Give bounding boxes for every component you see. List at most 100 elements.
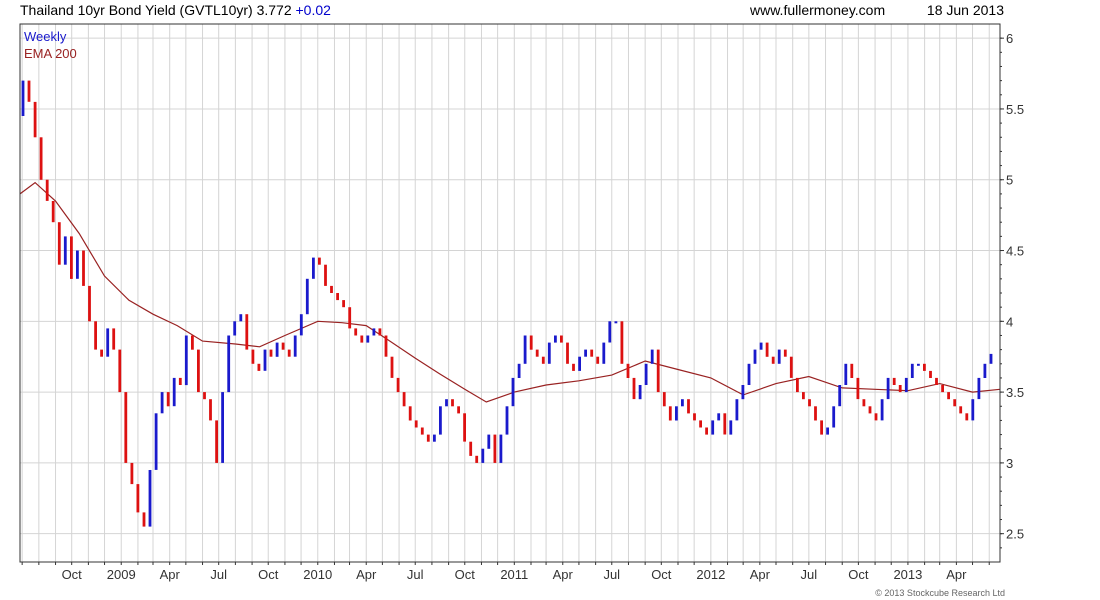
weekly-bar-down [796,377,799,393]
weekly-bar-up [838,385,842,407]
weekly-bar-down [868,406,872,414]
weekly-bar-up [910,363,914,378]
weekly-bar-up [21,80,25,116]
weekly-bar-down [251,349,255,364]
x-tick-label: 2012 [696,567,725,582]
weekly-bar-down [808,399,811,407]
weekly-bar-up [439,406,442,435]
weekly-bar-down [693,413,696,421]
weekly-bar-up [63,236,67,265]
weekly-bar-up [366,335,370,343]
weekly-bar-down [88,285,91,322]
weekly-bar-up [904,377,908,393]
weekly-bar-down [215,420,218,463]
plot-frame [19,23,1001,563]
weekly-bar-down [414,420,418,428]
weekly-bar-down [765,342,769,357]
weekly-bar-down [360,335,364,343]
x-tick-label: Jul [407,567,424,582]
x-tick-label: 2009 [107,567,136,582]
x-tick-label: Jul [210,567,227,582]
x-tick-label: Apr [946,567,967,582]
legend-ema-200: EMA 200 [24,46,77,61]
weekly-bar-up [983,363,987,378]
weekly-bar-up [880,399,884,421]
yield-chart: 2.5 3 3.5 4 4.5 5 5.5 6 Oct 2009 Apr Jul Oct 2010 Apr J… [19,23,1024,598]
weekly-bar-down [27,80,31,102]
weekly-bar-up [989,353,993,364]
weekly-bar-up [227,335,231,393]
y-tick-label: 5.5 [1006,102,1024,117]
weekly-bar-down [420,427,424,435]
x-tick-label: Apr [750,567,771,582]
weekly-bar-down [166,392,170,407]
weekly-bar-down [668,406,672,421]
weekly-bar-down [124,392,128,463]
weekly-bar-up [184,335,188,386]
weekly-bar-down [330,285,333,293]
weekly-bar-down [898,385,902,393]
weekly-bar-up [233,321,237,336]
x-tick-label: 2010 [303,567,332,582]
weekly-bar-up [76,250,79,279]
x-tick-label: Jul [603,567,620,582]
weekly-bar-down [723,413,727,435]
weekly-bar-down [929,370,932,378]
weekly-bar-up [293,335,297,357]
weekly-bar-up [753,349,757,364]
weekly-bar-down [57,222,61,265]
weekly-bar-up [729,420,733,435]
weekly-bar-down [874,413,878,421]
weekly-bar-down [529,335,533,350]
weekly-bar-down [130,462,134,485]
weekly-bar-down [457,406,460,414]
weekly-bar-up [777,349,781,364]
weekly-bar-down [493,434,497,463]
x-tick-label: Jul [801,567,818,582]
weekly-bar-down [463,413,466,442]
y-tick-label: 3.5 [1006,385,1024,400]
weekly-bar-down [281,342,285,350]
weekly-bar-up [505,406,509,435]
weekly-bar-down [953,399,957,407]
x-tick-label: Apr [553,567,574,582]
weekly-bar-up [372,328,376,336]
weekly-bar-down [70,236,73,279]
weekly-bar-down [814,406,817,421]
weekly-bar-up [554,335,557,343]
weekly-bar-up [106,328,110,357]
weekly-bar-up [717,413,721,421]
weekly-bar-up [433,434,436,442]
weekly-bar-down [959,406,963,414]
weekly-bar-down [596,356,600,364]
weekly-bar-down [342,300,345,308]
weekly-bar-down [336,293,339,301]
legend-weekly: Weekly [24,29,67,44]
weekly-bar-down [396,377,400,393]
weekly-bar-down [287,349,291,357]
weekly-bar-up [650,349,654,364]
weekly-bar-up [644,363,648,385]
weekly-bar-down [136,484,140,513]
weekly-bar-up [638,385,642,400]
weekly-bar-up [578,356,581,371]
weekly-bar-up [917,363,920,366]
weekly-bar-down [197,349,200,393]
weekly-bar-down [687,399,690,414]
weekly-bar-up [312,257,315,279]
y-tick-label: 5 [1006,173,1013,188]
weekly-bar-up [547,342,551,364]
weekly-bar-up [172,377,176,407]
weekly-bar-down [451,399,454,407]
weekly-bar-up [741,385,745,400]
weekly-bar-down [142,512,146,527]
weekly-bar-up [886,377,890,400]
x-tick-label: Oct [455,567,476,582]
y-tick-label: 6 [1006,31,1013,46]
weekly-bar-down [572,363,575,371]
weekly-bar-down [947,392,950,400]
weekly-bar-down [862,399,866,407]
weekly-bar-down [535,349,539,357]
y-tick-label: 2.5 [1006,527,1024,542]
weekly-bar-up [584,349,587,357]
